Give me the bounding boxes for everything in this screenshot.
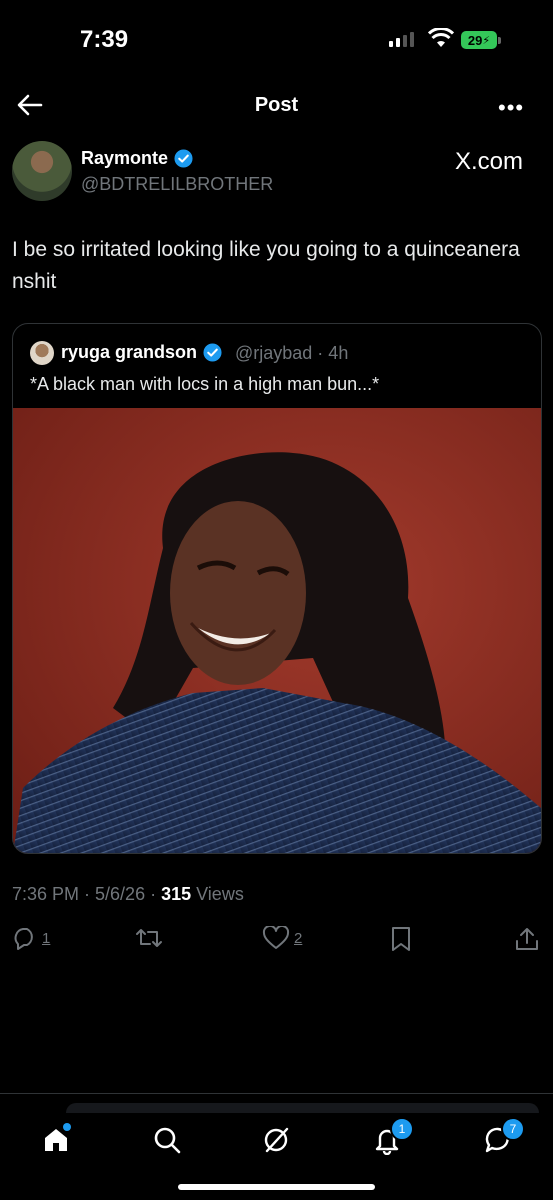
author-avatar[interactable] bbox=[12, 141, 72, 201]
page-title: Post bbox=[254, 94, 299, 116]
bookmark-button[interactable] bbox=[389, 926, 413, 952]
quoted-author-name-row: ryuga grandson bbox=[61, 342, 222, 363]
quoted-author-handle: @rjaybad · 4h bbox=[235, 343, 349, 363]
battery-indicator: 29 ⚡ bbox=[461, 31, 497, 49]
cellular-signal-icon bbox=[389, 32, 414, 47]
post-actions: 1 2 bbox=[0, 922, 553, 958]
notifications-badge: 1 bbox=[390, 1117, 414, 1141]
author-handle[interactable]: @BDTRELILBROTHER bbox=[81, 174, 273, 195]
home-indicator bbox=[178, 1184, 375, 1190]
quoted-post-text: *A black man with locs in a high man bun… bbox=[30, 374, 380, 394]
tab-notifications[interactable]: 1 bbox=[372, 1117, 414, 1160]
reply-count: 1 bbox=[42, 929, 51, 947]
tab-grok[interactable] bbox=[261, 1125, 291, 1160]
search-icon bbox=[154, 1127, 181, 1154]
views-count: 315 bbox=[161, 884, 192, 904]
home-new-dot bbox=[63, 1123, 71, 1131]
like-button[interactable]: 2 bbox=[262, 926, 302, 950]
status-time: 7:39 bbox=[80, 26, 129, 53]
bottom-tab-bar: 1 7 bbox=[0, 1113, 553, 1173]
repost-icon bbox=[136, 929, 162, 947]
tab-messages[interactable]: 7 bbox=[483, 1117, 525, 1160]
views-label: Views bbox=[191, 884, 244, 904]
repost-button[interactable] bbox=[134, 926, 164, 950]
like-count: 2 bbox=[294, 929, 303, 947]
post-timestamp: 7:36 PM · 5/6/26 · bbox=[12, 884, 162, 904]
more-options-button[interactable]: ••• bbox=[498, 95, 524, 121]
reply-button[interactable]: 1 bbox=[12, 926, 50, 950]
author-name-row[interactable]: Raymonte bbox=[81, 148, 193, 169]
wifi-icon bbox=[427, 27, 455, 53]
tab-home[interactable] bbox=[41, 1123, 71, 1160]
post-metadata: 7:36 PM · 5/6/26 · 315 Views bbox=[12, 884, 244, 905]
messages-badge: 7 bbox=[501, 1117, 525, 1141]
divider bbox=[0, 1093, 553, 1094]
battery-tip bbox=[498, 37, 501, 44]
reply-composer-edge[interactable] bbox=[66, 1103, 539, 1113]
heart-icon bbox=[262, 926, 290, 949]
share-button[interactable] bbox=[514, 926, 540, 952]
quoted-author-name: ryuga grandson bbox=[61, 342, 198, 362]
author-display-name: Raymonte bbox=[81, 148, 169, 168]
quoted-post-photo[interactable] bbox=[13, 408, 541, 853]
tab-search[interactable] bbox=[152, 1125, 182, 1160]
verified-badge-icon bbox=[203, 343, 222, 362]
battery-level: 29 bbox=[467, 32, 483, 48]
bookmark-icon bbox=[392, 927, 410, 951]
post-text: I be so irritated looking like you going… bbox=[12, 238, 520, 293]
verified-badge-icon bbox=[174, 149, 193, 168]
quoted-author-avatar bbox=[30, 341, 54, 365]
quoted-post-card[interactable]: ryuga grandson @rjaybad · 4h *A black ma… bbox=[12, 323, 542, 854]
grok-icon bbox=[264, 1127, 289, 1153]
reply-icon bbox=[14, 928, 33, 950]
more-dots-icon: ••• bbox=[498, 95, 525, 120]
source-label: X.com bbox=[455, 148, 524, 175]
share-icon bbox=[516, 928, 538, 950]
